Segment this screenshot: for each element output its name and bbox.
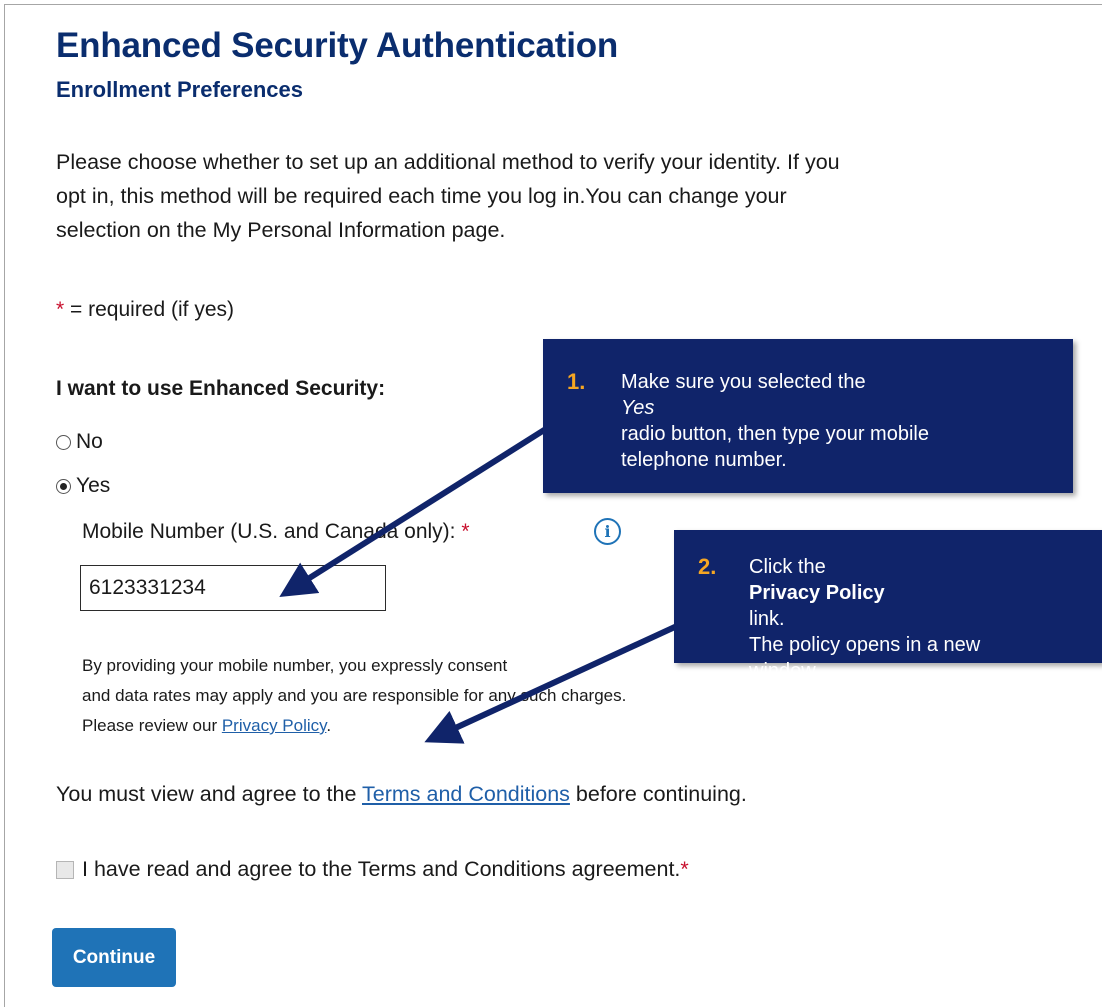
page-subtitle: Enrollment Preferences: [56, 77, 303, 102]
mobile-number-label: Mobile Number (U.S. and Canada only): *: [82, 520, 470, 544]
consent-suffix: .: [326, 716, 332, 735]
callout-line: window.: [749, 660, 821, 682]
agree-terms-label: I have read and agree to the Terms and C…: [82, 857, 681, 881]
consent-line-privacy: Please review our Privacy Policy.: [82, 711, 626, 741]
callout-line-text: Make sure you selected the: [621, 371, 866, 393]
callout-line-text: link.: [749, 608, 785, 630]
terms-notice: You must view and agree to the Terms and…: [56, 782, 747, 807]
callout-line: Make sure you selected the Yes: [621, 369, 929, 421]
intro-line: Please choose whether to set up an addit…: [56, 150, 840, 174]
callout-strong: Privacy Policy: [749, 582, 885, 604]
callout-number: 2.: [698, 554, 717, 579]
callout-step-2: 2. Click the Privacy Policy link. The po…: [674, 530, 1102, 682]
terms-prefix: You must view and agree to the: [56, 782, 362, 806]
consent-text: By providing your mobile number, you exp…: [82, 651, 626, 741]
required-star: *: [680, 857, 689, 881]
callout-line: telephone number.: [621, 449, 787, 471]
radio-option-no[interactable]: No: [56, 430, 103, 454]
agree-terms-checkbox[interactable]: [56, 860, 74, 879]
info-icon[interactable]: i: [594, 518, 621, 545]
intro-line: opt in, this method will be required eac…: [56, 184, 787, 208]
radio-option-yes[interactable]: Yes: [56, 474, 110, 498]
continue-button[interactable]: Continue: [52, 928, 176, 987]
consent-prefix: Please review our: [82, 716, 222, 735]
radio-yes-label: Yes: [76, 474, 111, 497]
callout-line: radio button, then type your mobile: [621, 423, 929, 445]
callout-text: Click the Privacy Policy link. The polic…: [749, 554, 980, 684]
consent-line: and data rates may apply and you are res…: [82, 686, 627, 705]
intro-line: selection on the My Personal Information…: [56, 218, 506, 242]
callout-number: 1.: [567, 369, 586, 394]
mobile-number-label-text: Mobile Number (U.S. and Canada only):: [82, 520, 462, 543]
required-note: * = required (if yes): [56, 298, 234, 322]
radio-yes[interactable]: [56, 478, 71, 494]
consent-line: By providing your mobile number, you exp…: [82, 656, 508, 675]
callout-emphasis: Yes: [621, 397, 655, 419]
agree-terms-row[interactable]: I have read and agree to the Terms and C…: [56, 857, 689, 882]
terms-and-conditions-link[interactable]: Terms and Conditions: [362, 782, 570, 806]
privacy-policy-link[interactable]: Privacy Policy: [222, 716, 327, 735]
enhanced-security-question: I want to use Enhanced Security:: [56, 377, 386, 400]
callout-line: The policy opens in a new: [749, 634, 981, 656]
callout-text: Make sure you selected the Yes radio but…: [621, 369, 929, 473]
callout-step-1: 1. Make sure you selected the Yes radio …: [543, 339, 1073, 493]
terms-suffix: before continuing.: [569, 782, 747, 806]
required-note-text: = required (if yes): [64, 298, 235, 321]
required-star: *: [461, 520, 470, 543]
required-star: *: [56, 298, 65, 321]
callout-line-text: Click the: [749, 556, 826, 578]
callout-line: Click the Privacy Policy link.: [749, 554, 980, 632]
page-title: Enhanced Security Authentication: [56, 26, 619, 65]
radio-no[interactable]: [56, 434, 71, 450]
radio-no-label: No: [76, 430, 103, 453]
mobile-number-input[interactable]: [80, 565, 386, 611]
intro-paragraph: Please choose whether to set up an addit…: [56, 145, 1066, 247]
